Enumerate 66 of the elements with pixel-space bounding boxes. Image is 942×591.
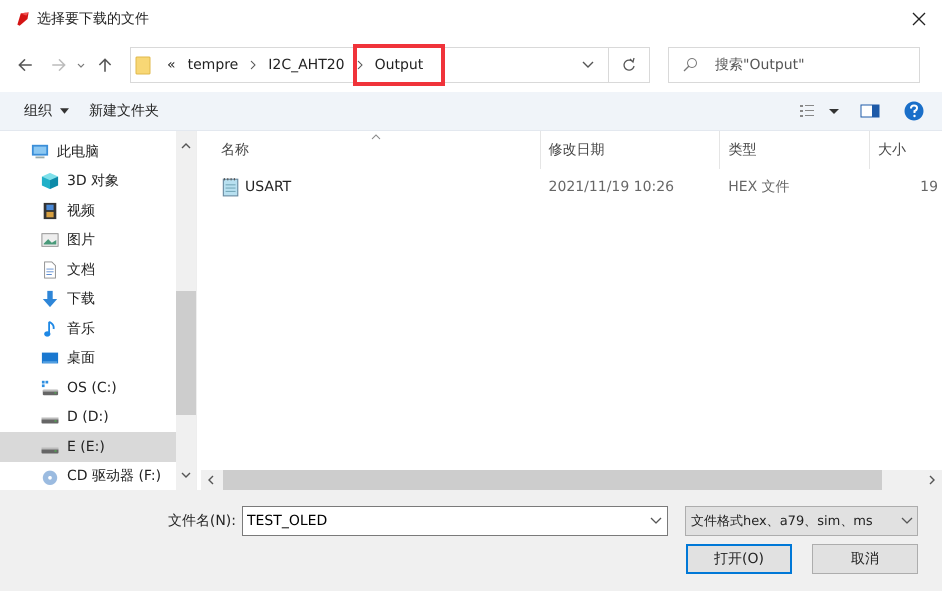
column-header[interactable]: 大小: [870, 131, 942, 169]
window-title: 选择要下载的文件: [37, 10, 150, 28]
tree-item[interactable]: 下载: [0, 284, 176, 314]
tree-item[interactable]: 图片: [0, 226, 176, 255]
dropdown-icon: [901, 517, 913, 525]
view-options-icon[interactable]: [798, 103, 842, 119]
scroll-up-icon[interactable]: [181, 143, 191, 149]
column-header[interactable]: 修改日期: [540, 131, 720, 169]
open-button[interactable]: 打开(O): [686, 544, 792, 574]
scroll-down-icon[interactable]: [181, 472, 191, 478]
column-header[interactable]: 名称: [201, 131, 541, 169]
tree-item[interactable]: 视频: [0, 196, 176, 226]
organize-button[interactable]: 组织: [14, 98, 79, 124]
up-arrow-icon[interactable]: [96, 56, 114, 74]
refresh-icon[interactable]: [621, 57, 637, 73]
table-cell-text: HEX 文件: [727, 178, 791, 197]
folder-icon: [135, 54, 151, 76]
notepad-file-icon: [221, 177, 239, 197]
chevron-icon[interactable]: [250, 60, 256, 70]
scrollbar-thumb[interactable]: [223, 470, 882, 490]
preview-pane-icon[interactable]: [860, 103, 880, 119]
tree-item[interactable]: 文档: [0, 255, 176, 284]
drive-icon: [41, 417, 59, 424]
back-arrow-icon[interactable]: [16, 56, 34, 74]
search-icon: [682, 57, 698, 73]
download-arrow-icon: [41, 290, 59, 308]
caret-icon: [60, 108, 69, 114]
scroll-left-icon[interactable]: [208, 475, 214, 485]
tree-item[interactable]: E (E:): [0, 432, 176, 462]
tree-item[interactable]: CD 驱动器 (F:): [0, 462, 176, 490]
tree-item[interactable]: OS (C:): [0, 373, 176, 402]
breadcrumb[interactable]: I2C_AHT20: [262, 57, 351, 73]
monitor-icon: [31, 142, 49, 161]
drive-icon: [41, 378, 59, 397]
new-folder-button[interactable]: 新建文件夹: [79, 98, 169, 124]
table-cell-text: 2021/11/19 10:26: [548, 178, 676, 197]
overflow-chevron[interactable]: «: [161, 57, 182, 73]
file-name-field[interactable]: TEST_OLED: [242, 506, 668, 536]
cube-icon: [41, 172, 59, 190]
dropdown-icon[interactable]: [582, 61, 594, 69]
close-icon[interactable]: [912, 12, 926, 26]
tree-item[interactable]: 桌面: [0, 344, 176, 373]
tree-item[interactable]: D (D:): [0, 402, 176, 432]
film-icon: [41, 202, 59, 220]
file-name-cell[interactable]: USART: [201, 169, 541, 205]
file-name: USART: [245, 179, 292, 195]
dropdown-icon[interactable]: [650, 517, 662, 525]
help-icon[interactable]: [904, 101, 924, 121]
tree-item[interactable]: 音乐: [0, 314, 176, 344]
tree-item[interactable]: 此电脑: [0, 137, 176, 166]
chevron-icon[interactable]: [356, 60, 363, 70]
scrollbar-thumb[interactable]: [176, 291, 196, 415]
table-cell-text: 19: [919, 178, 939, 197]
image-icon: [41, 231, 59, 250]
file-name-label: 文件名(N):: [168, 512, 236, 530]
document-icon: [41, 260, 59, 279]
scroll-right-icon[interactable]: [929, 475, 935, 485]
file-type-dropdown[interactable]: 文件格式hex、a79、sim、ms: [685, 506, 918, 536]
drive-icon: [41, 446, 59, 454]
breadcrumb[interactable]: Output: [368, 57, 430, 73]
breadcrumb[interactable]: tempre: [182, 57, 244, 73]
address-bar[interactable]: « tempre I2C_AHT20 Output: [130, 47, 650, 83]
column-header[interactable]: 类型: [720, 131, 870, 169]
search-field[interactable]: 搜索"Output": [668, 47, 920, 83]
tree-item[interactable]: 3D 对象: [0, 166, 176, 196]
cancel-button[interactable]: 取消: [812, 544, 918, 574]
